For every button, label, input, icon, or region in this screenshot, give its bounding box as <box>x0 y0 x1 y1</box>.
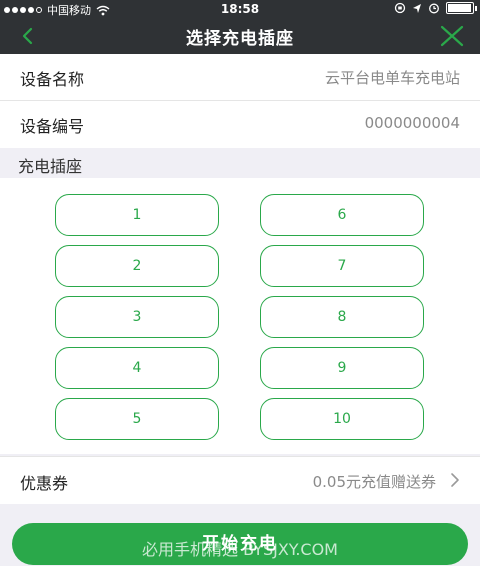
coupon-value: 0.05元充值赠送券 <box>312 473 436 491</box>
device-name-row: 设备名称 云平台电单车充电站 <box>0 54 480 101</box>
socket-button-4[interactable]: 4 <box>55 347 219 389</box>
socket-section-label: 充电插座 <box>18 157 83 176</box>
close-icon[interactable] <box>438 22 466 50</box>
start-charging-button[interactable]: 开始充电 <box>12 523 468 565</box>
device-id-label: 设备编号 <box>20 117 85 136</box>
socket-button-3[interactable]: 3 <box>55 296 219 338</box>
device-id-row: 设备编号 0000000004 <box>0 101 480 148</box>
orientation-lock-icon <box>394 2 406 14</box>
socket-grid: 1 2 3 4 5 6 7 8 9 10 <box>0 178 480 454</box>
device-name-label: 设备名称 <box>20 70 85 89</box>
status-right <box>394 2 477 14</box>
alarm-icon <box>429 3 439 14</box>
coupon-row[interactable]: 优惠券 0.05元充值赠送券 <box>0 456 480 504</box>
nav-bar: 选择充电插座 <box>0 18 480 54</box>
socket-button-8[interactable]: 8 <box>260 296 424 338</box>
coupon-label: 优惠券 <box>20 474 69 493</box>
socket-button-9[interactable]: 9 <box>260 347 424 389</box>
chevron-right-icon <box>451 473 459 487</box>
socket-button-5[interactable]: 5 <box>55 398 219 440</box>
page-title: 选择充电插座 <box>186 29 294 49</box>
socket-section-header: 充电插座 <box>0 148 480 178</box>
location-icon <box>413 3 421 13</box>
socket-button-1[interactable]: 1 <box>55 194 219 236</box>
socket-button-6[interactable]: 6 <box>260 194 424 236</box>
bottom-bar: 开始充电 必用手机精选 BYSJXY.COM <box>0 505 480 566</box>
battery-icon <box>446 2 477 14</box>
device-id-value: 0000000004 <box>364 114 460 132</box>
status-bar: 中国移动 18:58 <box>0 0 480 18</box>
socket-button-10[interactable]: 10 <box>260 398 424 440</box>
socket-button-2[interactable]: 2 <box>55 245 219 287</box>
socket-button-7[interactable]: 7 <box>260 245 424 287</box>
device-name-value: 云平台电单车充电站 <box>324 69 460 87</box>
